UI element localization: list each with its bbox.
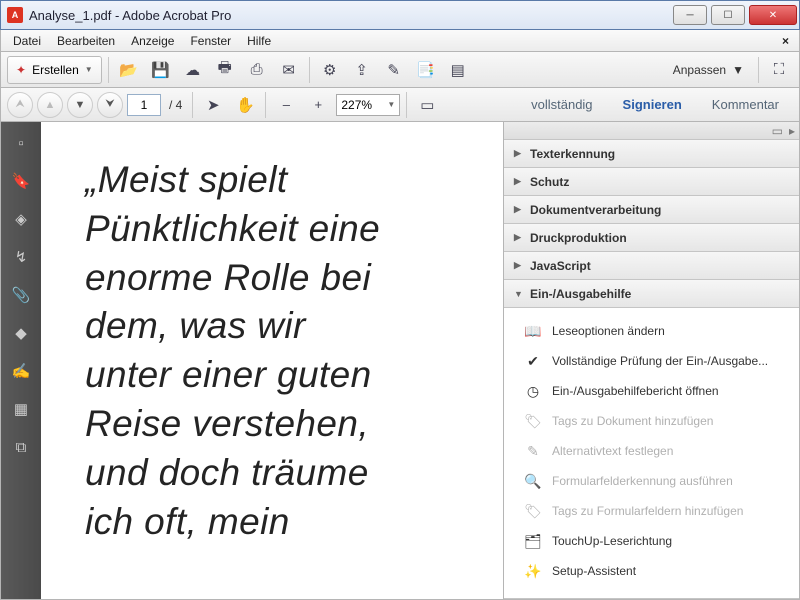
tool-alt-text[interactable]: ✎Alternativtext festlegen xyxy=(504,436,799,466)
maximize-button[interactable]: ☐ xyxy=(711,5,745,25)
app-icon: A xyxy=(7,7,23,23)
save-button[interactable]: 💾 xyxy=(147,56,175,84)
pdf-page: „Meist spielt Pünktlichkeit eine enorme … xyxy=(41,122,503,599)
navigation-rail: ▫ 🔖 ◈ ↯ 📎 ◆ ✍ ▦ ⧉ xyxy=(1,122,41,599)
chevron-down-icon: ▼ xyxy=(85,65,93,74)
layers-icon[interactable]: ◆ xyxy=(10,322,32,344)
tools-pane: ▭ ▸ ▶Texterkennung ▶Schutz ▶Dokumentvera… xyxy=(503,122,799,599)
alttext-icon: ✎ xyxy=(524,442,542,460)
document-text: „Meist spielt Pünktlichkeit eine enorme … xyxy=(85,156,489,547)
select-tool[interactable]: ➤ xyxy=(199,91,227,119)
book-icon: 📖 xyxy=(524,322,542,340)
menu-bar: Datei Bearbeiten Anzeige Fenster Hilfe × xyxy=(0,30,800,52)
section-document-processing[interactable]: ▶Dokumentverarbeitung xyxy=(504,196,799,224)
create-button[interactable]: ✦ Erstellen ▼ xyxy=(7,56,102,84)
tool-touchup-reading[interactable]: 🗂TouchUp-Leserichtung xyxy=(504,526,799,556)
scan-button[interactable]: ⎙ xyxy=(243,56,271,84)
collapse-icon[interactable]: ▭ xyxy=(772,124,783,138)
order-icon[interactable]: ↯ xyxy=(10,246,32,268)
thumbnails-icon[interactable]: ▫ xyxy=(10,132,32,154)
main-toolbar: ✦ Erstellen ▼ 📂 💾 ☁ 🖶 ⎙ ✉ ⚙ ⇪ ✎ 📑 ▤ Anpa… xyxy=(0,52,800,88)
chevron-down-icon: ▼ xyxy=(387,100,395,109)
section-print-production[interactable]: ▶Druckproduktion xyxy=(504,224,799,252)
tag-icon: 🏷 xyxy=(524,412,542,430)
first-page-button[interactable]: ⮝ xyxy=(7,92,33,118)
attachments-icon[interactable]: 📎 xyxy=(10,284,32,306)
tool-reading-options[interactable]: 📖Leseoptionen ändern xyxy=(504,316,799,346)
page-count: / 4 xyxy=(165,98,186,112)
report-icon: ◷ xyxy=(524,382,542,400)
combine-button[interactable]: 📑 xyxy=(412,56,440,84)
share-button[interactable]: ⇪ xyxy=(348,56,376,84)
export-button[interactable]: ⚙ xyxy=(316,56,344,84)
content-icon[interactable]: ▦ xyxy=(10,398,32,420)
tool-form-tags[interactable]: 🏷Tags zu Formularfeldern hinzufügen xyxy=(504,496,799,526)
page-number-input[interactable] xyxy=(127,94,161,116)
hand-tool[interactable]: ✋ xyxy=(231,91,259,119)
model-tree-icon[interactable]: ⧉ xyxy=(10,436,32,458)
touchup-icon: 🗂 xyxy=(524,532,542,550)
customize-label: Anpassen xyxy=(673,63,726,77)
chevron-down-icon: ▼ xyxy=(732,63,744,77)
menu-edit[interactable]: Bearbeiten xyxy=(49,32,123,50)
prev-page-button[interactable]: ▲ xyxy=(37,92,63,118)
title-bar: A Analyse_1.pdf - Adobe Acrobat Pro ─ ☐ … xyxy=(0,0,800,30)
tab-sign[interactable]: Signieren xyxy=(609,91,696,118)
bookmarks-icon[interactable]: 🔖 xyxy=(10,170,32,192)
navigation-toolbar: ⮝ ▲ ▼ ⮟ / 4 ➤ ✋ – + 227% ▼ ▭ vollständig… xyxy=(0,88,800,122)
close-button[interactable]: ✕ xyxy=(749,5,797,25)
section-accessibility[interactable]: ▼Ein-/Ausgabehilfe xyxy=(504,280,799,308)
section-javascript[interactable]: ▶JavaScript xyxy=(504,252,799,280)
fullscreen-button[interactable]: ⛶ xyxy=(765,56,793,84)
menu-icon[interactable]: ▸ xyxy=(789,124,795,138)
email-button[interactable]: ✉ xyxy=(275,56,303,84)
form-button[interactable]: ▤ xyxy=(444,56,472,84)
document-pane[interactable]: „Meist spielt Pünktlichkeit eine enorme … xyxy=(41,122,503,599)
create-icon: ✦ xyxy=(16,63,26,77)
section-text-recognition[interactable]: ▶Texterkennung xyxy=(504,140,799,168)
zoom-in-button[interactable]: + xyxy=(304,91,332,119)
menu-window[interactable]: Fenster xyxy=(182,32,239,50)
zoom-level-select[interactable]: 227% ▼ xyxy=(336,94,400,116)
tool-open-report[interactable]: ◷Ein-/Ausgabehilfebericht öffnen xyxy=(504,376,799,406)
zoom-out-button[interactable]: – xyxy=(272,91,300,119)
menu-file[interactable]: Datei xyxy=(5,32,49,50)
last-page-button[interactable]: ⮟ xyxy=(97,92,123,118)
tab-full[interactable]: vollständig xyxy=(517,91,606,118)
tab-comment[interactable]: Kommentar xyxy=(698,91,793,118)
menu-view[interactable]: Anzeige xyxy=(123,32,182,50)
edit-pdf-button[interactable]: ✎ xyxy=(380,56,408,84)
minimize-button[interactable]: ─ xyxy=(673,5,707,25)
wizard-icon: ✨ xyxy=(524,562,542,580)
main-area: ▫ 🔖 ◈ ↯ 📎 ◆ ✍ ▦ ⧉ „Meist spielt Pünktlic… xyxy=(0,122,800,600)
tool-form-recognition[interactable]: 🔍Formularfelderkennung ausführen xyxy=(504,466,799,496)
open-button[interactable]: 📂 xyxy=(115,56,143,84)
menu-help[interactable]: Hilfe xyxy=(239,32,279,50)
create-label: Erstellen xyxy=(32,63,79,77)
form-icon: 🔍 xyxy=(524,472,542,490)
cloud-button[interactable]: ☁ xyxy=(179,56,207,84)
tool-full-check[interactable]: ✔Vollständige Prüfung der Ein-/Ausgabe..… xyxy=(504,346,799,376)
page-display-button[interactable]: ▭ xyxy=(413,91,441,119)
next-page-button[interactable]: ▼ xyxy=(67,92,93,118)
customize-button[interactable]: Anpassen ▼ xyxy=(665,63,752,77)
zoom-value: 227% xyxy=(341,98,372,112)
document-close-button[interactable]: × xyxy=(774,32,795,50)
tool-setup-assistant[interactable]: ✨Setup-Assistent xyxy=(504,556,799,586)
signatures-icon[interactable]: ✍ xyxy=(10,360,32,382)
formtag-icon: 🏷 xyxy=(524,502,542,520)
check-icon: ✔ xyxy=(524,352,542,370)
print-button[interactable]: 🖶 xyxy=(211,56,239,84)
tags-icon[interactable]: ◈ xyxy=(10,208,32,230)
window-title: Analyse_1.pdf - Adobe Acrobat Pro xyxy=(29,8,671,23)
tool-add-tags[interactable]: 🏷Tags zu Dokument hinzufügen xyxy=(504,406,799,436)
accessibility-tools: 📖Leseoptionen ändern ✔Vollständige Prüfu… xyxy=(504,308,799,599)
section-protect[interactable]: ▶Schutz xyxy=(504,168,799,196)
tools-pane-header: ▭ ▸ xyxy=(504,122,799,140)
